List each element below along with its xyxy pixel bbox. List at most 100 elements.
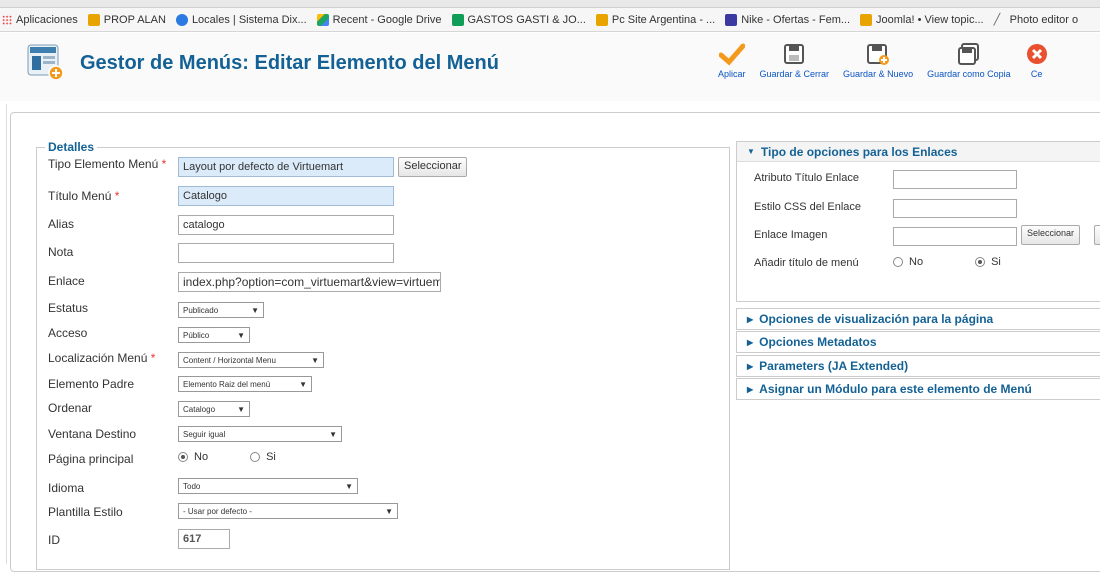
parent-item-label: Elemento Padre — [48, 377, 135, 391]
ja-extended-panel[interactable]: ▶ Parameters (JA Extended) — [736, 355, 1100, 377]
link-title-attr-label: Atributo Título Enlace — [754, 172, 859, 184]
link-css-input[interactable] — [893, 199, 1017, 218]
access-select[interactable]: Público ▼ — [178, 327, 250, 343]
star-icon — [595, 13, 608, 26]
check-icon — [718, 39, 745, 69]
alias-input[interactable]: catalogo — [178, 215, 394, 235]
bookmark-photo-editor[interactable]: ╱ Photo editor o — [994, 14, 1079, 26]
chevron-down-icon: ▼ — [299, 379, 307, 389]
cancel-button[interactable]: Ce — [1025, 39, 1049, 79]
ordering-label: Ordenar — [48, 401, 93, 415]
link-image-label: Enlace Imagen — [754, 229, 828, 241]
radio-dot-icon — [178, 452, 188, 462]
bookmark-nike[interactable]: Nike - Ofertas - Fem... — [725, 13, 850, 26]
status-label: Estatus — [48, 301, 89, 315]
chevron-down-icon: ▼ — [251, 305, 259, 315]
select-image-button[interactable]: Seleccionar — [1021, 225, 1081, 245]
bookmark-prop-alan[interactable]: PROP ALAN — [87, 13, 166, 26]
menu-title-input[interactable]: Catalogo — [178, 186, 394, 206]
default-page-label: Página principal — [48, 452, 134, 466]
clear-image-button[interactable] — [1094, 225, 1100, 245]
target-window-select[interactable]: Seguir igual ▼ — [178, 426, 342, 442]
add-menu-title-si-radio[interactable]: Si — [975, 256, 1001, 268]
sheets-icon — [451, 13, 464, 26]
link-options-header[interactable]: ▼ Tipo de opciones para los Enlaces — [737, 142, 1100, 162]
link-input[interactable]: index.php?option=com_virtuemart&view=vir… — [178, 272, 441, 292]
assign-module-header[interactable]: ▶ Asignar un Módulo para este elemento d… — [737, 379, 1100, 399]
pen-icon: ╱ — [993, 13, 1001, 26]
chevron-down-icon: ▼ — [345, 481, 353, 491]
template-style-select[interactable]: - Usar por defecto - ▼ — [178, 503, 398, 519]
id-field: 617 — [178, 529, 230, 549]
add-menu-title-no-radio[interactable]: No — [893, 256, 923, 268]
star-icon — [860, 13, 873, 26]
chevron-down-icon: ▼ — [237, 404, 245, 414]
triangle-right-icon: ▶ — [747, 314, 754, 324]
status-select[interactable]: Publicado ▼ — [178, 302, 264, 318]
link-label: Enlace — [48, 274, 85, 288]
template-style-label: Plantilla Estilo — [48, 505, 123, 519]
radio-dot-icon — [975, 257, 986, 267]
language-label: Idioma — [48, 481, 85, 495]
save-copy-button[interactable]: Guardar como Copia — [927, 39, 1011, 79]
drive-icon — [316, 13, 329, 26]
link-title-attr-input[interactable] — [893, 170, 1017, 189]
save-copy-icon — [956, 39, 982, 69]
cancel-icon — [1025, 39, 1049, 69]
bookmark-locales[interactable]: Locales | Sistema Dix... — [175, 13, 307, 26]
triangle-right-icon: ▶ — [747, 337, 754, 347]
page-title: Gestor de Menús: Editar Elemento del Men… — [80, 52, 499, 74]
target-window-label: Ventana Destino — [48, 427, 137, 441]
toolbar: Aplicar Guardar & Cerrar Guardar & Nuevo… — [718, 39, 1063, 79]
language-select[interactable]: Todo ▼ — [178, 478, 358, 494]
menu-item-type-label: Tipo Elemento Menú * — [48, 157, 167, 171]
metadata-options-panel[interactable]: ▶ Opciones Metadatos — [736, 331, 1100, 353]
page-header: Gestor de Menús: Editar Elemento del Men… — [0, 33, 1100, 101]
default-page-no-radio[interactable]: No — [178, 451, 208, 463]
id-label: ID — [48, 533, 60, 547]
default-page-radio-group: No Si — [178, 451, 276, 463]
radio-dot-icon — [250, 452, 261, 462]
globe-icon — [175, 13, 188, 26]
page-display-options-header[interactable]: ▶ Opciones de visualización para la pági… — [737, 309, 1100, 329]
bookmark-google-drive[interactable]: Recent - Google Drive — [316, 13, 442, 26]
browser-top-strip — [0, 0, 1100, 8]
parent-item-select[interactable]: Elemento Raiz del menú ▼ — [178, 376, 312, 392]
select-menu-type-button[interactable]: Seleccionar — [398, 157, 468, 177]
star-icon — [87, 13, 100, 26]
link-css-label: Estilo CSS del Enlace — [754, 201, 861, 213]
menu-title-label: Título Menú * — [48, 189, 120, 203]
alias-label: Alias — [48, 217, 75, 231]
triangle-right-icon: ▶ — [747, 384, 754, 394]
add-menu-title-label: Añadir título de menú — [754, 257, 859, 269]
details-legend: Detalles — [48, 140, 95, 154]
bookmarks-bar: Aplicaciones PROP ALAN Locales | Sistema… — [0, 8, 1100, 32]
save-new-button[interactable]: Guardar & Nuevo — [843, 39, 913, 79]
triangle-down-icon: ▼ — [747, 147, 755, 156]
note-input[interactable] — [178, 243, 394, 263]
apps-grid-icon — [2, 14, 12, 25]
link-options-panel: ▼ Tipo de opciones para los Enlaces — [736, 141, 1100, 302]
radio-dot-icon — [893, 257, 903, 267]
add-menu-title-radio-group: No Si — [893, 256, 1001, 268]
menu-item-type-field: Layout por defecto de Virtuemart — [178, 157, 394, 177]
link-image-input[interactable] — [893, 227, 1017, 246]
metadata-options-header[interactable]: ▶ Opciones Metadatos — [737, 332, 1100, 352]
save-close-button[interactable]: Guardar & Cerrar — [760, 39, 829, 79]
ja-extended-header[interactable]: ▶ Parameters (JA Extended) — [737, 356, 1100, 376]
bookmark-gastos[interactable]: GASTOS GASTI & JO... — [451, 13, 586, 26]
default-page-si-radio[interactable]: Si — [250, 451, 276, 463]
save-close-icon — [782, 39, 806, 69]
menu-location-select[interactable]: Content / Horizontal Menu ▼ — [178, 352, 324, 368]
bookmark-apps[interactable]: Aplicaciones — [0, 14, 78, 26]
menu-location-label: Localización Menú * — [48, 351, 156, 365]
apply-button[interactable]: Aplicar — [718, 39, 746, 79]
note-label: Nota — [48, 245, 74, 259]
chevron-down-icon: ▼ — [329, 429, 337, 439]
assign-module-panel[interactable]: ▶ Asignar un Módulo para este elemento d… — [736, 378, 1100, 400]
bookmark-joomla[interactable]: Joomla! • View topic... — [860, 13, 984, 26]
ordering-select[interactable]: Catalogo ▼ — [178, 401, 250, 417]
chevron-down-icon: ▼ — [311, 355, 319, 365]
page-display-options-panel[interactable]: ▶ Opciones de visualización para la pági… — [736, 308, 1100, 330]
bookmark-pc-site[interactable]: Pc Site Argentina - ... — [595, 13, 715, 26]
